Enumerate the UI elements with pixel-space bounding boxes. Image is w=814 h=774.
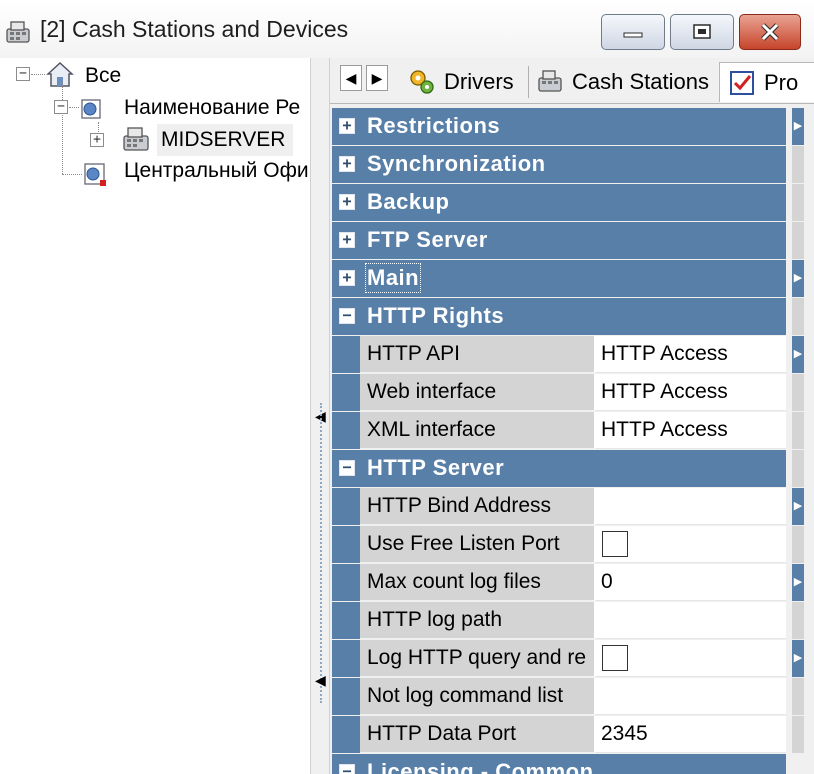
tree-item-child[interactable]: Наименование Ре — [124, 96, 300, 120]
property-name: HTTP log path — [360, 602, 594, 639]
cash-register-icon — [538, 70, 562, 92]
collapse-icon[interactable]: − — [339, 764, 355, 774]
property-value[interactable] — [595, 640, 786, 677]
title-bar: [2] Cash Stations and Devices — [0, 0, 814, 58]
property-row[interactable]: Use Free Listen Port — [332, 526, 786, 563]
property-row[interactable]: XML interface HTTP Access — [332, 412, 786, 449]
category-licensing-common[interactable]: − Licensing - Common — [332, 754, 786, 774]
property-name: Not log command list — [360, 678, 594, 715]
tab-drivers[interactable]: Drivers — [408, 62, 514, 102]
property-name: HTTP Data Port — [360, 716, 594, 753]
tree-expander-child[interactable]: − — [54, 100, 68, 114]
property-name: Max count log files — [360, 564, 594, 601]
category-main[interactable]: + Main — [332, 260, 786, 297]
maximize-icon — [693, 24, 711, 39]
maximize-button[interactable] — [670, 14, 734, 50]
gears-icon — [410, 70, 434, 94]
tab-scroll-left-button[interactable]: ◀ — [340, 65, 362, 91]
property-row[interactable]: HTTP API HTTP Access — [332, 336, 786, 373]
expand-icon[interactable]: + — [339, 118, 355, 134]
tree-expander-root[interactable]: − — [16, 67, 30, 81]
category-http-rights[interactable]: − HTTP Rights — [332, 298, 786, 335]
property-value[interactable]: HTTP Access — [595, 374, 786, 411]
splitter-grip[interactable] — [320, 403, 322, 703]
property-row[interactable]: Not log command list — [332, 678, 786, 715]
property-value[interactable]: HTTP Access — [595, 412, 786, 449]
tab-scroll-right-button[interactable]: ▶ — [366, 65, 388, 91]
property-row[interactable]: Log HTTP query and re — [332, 640, 786, 677]
category-ftp-server[interactable]: + FTP Server — [332, 222, 786, 259]
collapse-icon[interactable]: − — [339, 308, 355, 324]
category-backup[interactable]: + Backup — [332, 184, 786, 221]
property-name: HTTP Bind Address — [360, 488, 594, 525]
property-row[interactable]: Web interface HTTP Access — [332, 374, 786, 411]
property-value[interactable] — [595, 488, 786, 525]
adjacent-grid-edge: ▶ ▶ ▶ ▶ ▶ ▶ — [786, 108, 814, 774]
right-pane: ◀ ▶ Drivers Cash Stations Pro + Restrict… — [330, 58, 814, 774]
expand-icon[interactable]: + — [339, 232, 355, 248]
pane-splitter[interactable]: ◀ ◀ — [310, 58, 330, 774]
close-button[interactable] — [739, 14, 801, 50]
office-icon — [84, 163, 106, 186]
tree-expander-grandchild[interactable]: + — [90, 133, 104, 147]
app-window: [2] Cash Stations and Devices − Все − На… — [0, 0, 814, 774]
tab-cash-stations-label: Cash Stations — [572, 69, 709, 94]
expand-icon[interactable]: + — [339, 270, 355, 286]
home-icon — [46, 61, 74, 87]
property-value[interactable]: 2345 — [595, 716, 786, 753]
property-value[interactable] — [595, 678, 786, 715]
tree-item-midserver[interactable]: MIDSERVER — [161, 128, 285, 152]
property-name: Web interface — [360, 374, 594, 411]
node-group-icon — [81, 99, 101, 119]
property-row[interactable]: Max count log files 0 — [332, 564, 786, 601]
property-row[interactable]: HTTP Data Port 2345 — [332, 716, 786, 753]
cash-register-icon — [123, 127, 149, 151]
collapse-icon[interactable]: − — [339, 460, 355, 476]
checklist-icon — [730, 70, 754, 95]
tab-bar: ◀ ▶ Drivers Cash Stations Pro — [330, 58, 814, 104]
category-synchronization[interactable]: + Synchronization — [332, 146, 786, 183]
category-restrictions[interactable]: + Restrictions — [332, 108, 786, 145]
cash-register-icon — [6, 21, 30, 43]
tab-cash-stations[interactable]: Cash Stations — [536, 62, 709, 102]
property-name: Log HTTP query and re — [360, 640, 594, 677]
property-value[interactable] — [595, 526, 786, 563]
expand-icon[interactable]: + — [339, 194, 355, 210]
window-title: [2] Cash Stations and Devices — [40, 16, 349, 42]
collapse-left-arrow-icon[interactable]: ◀ — [315, 672, 326, 689]
close-icon — [761, 23, 779, 41]
minimize-icon — [623, 32, 643, 38]
tab-properties[interactable]: Pro — [719, 62, 814, 102]
property-name: HTTP API — [360, 336, 594, 373]
use-free-listen-port-checkbox[interactable] — [602, 531, 628, 557]
expand-icon[interactable]: + — [339, 156, 355, 172]
property-name: XML interface — [360, 412, 594, 449]
tree-item-central-office[interactable]: Центральный Офи — [124, 159, 309, 183]
category-http-server[interactable]: − HTTP Server — [332, 450, 786, 487]
property-row[interactable]: HTTP log path — [332, 602, 786, 639]
property-value[interactable]: HTTP Access — [595, 336, 786, 373]
property-row[interactable]: HTTP Bind Address — [332, 488, 786, 525]
minimize-button[interactable] — [601, 14, 665, 50]
tab-properties-label: Pro — [764, 69, 799, 95]
tree-item-root[interactable]: Все — [85, 64, 121, 88]
tree-view: − Все − Наименование Ре + MIDSERVER Цент… — [0, 58, 310, 774]
property-name: Use Free Listen Port — [360, 526, 594, 563]
property-value[interactable]: 0 — [595, 564, 786, 601]
property-value[interactable] — [595, 602, 786, 639]
tab-drivers-label: Drivers — [444, 69, 514, 94]
log-http-query-checkbox[interactable] — [602, 645, 628, 671]
